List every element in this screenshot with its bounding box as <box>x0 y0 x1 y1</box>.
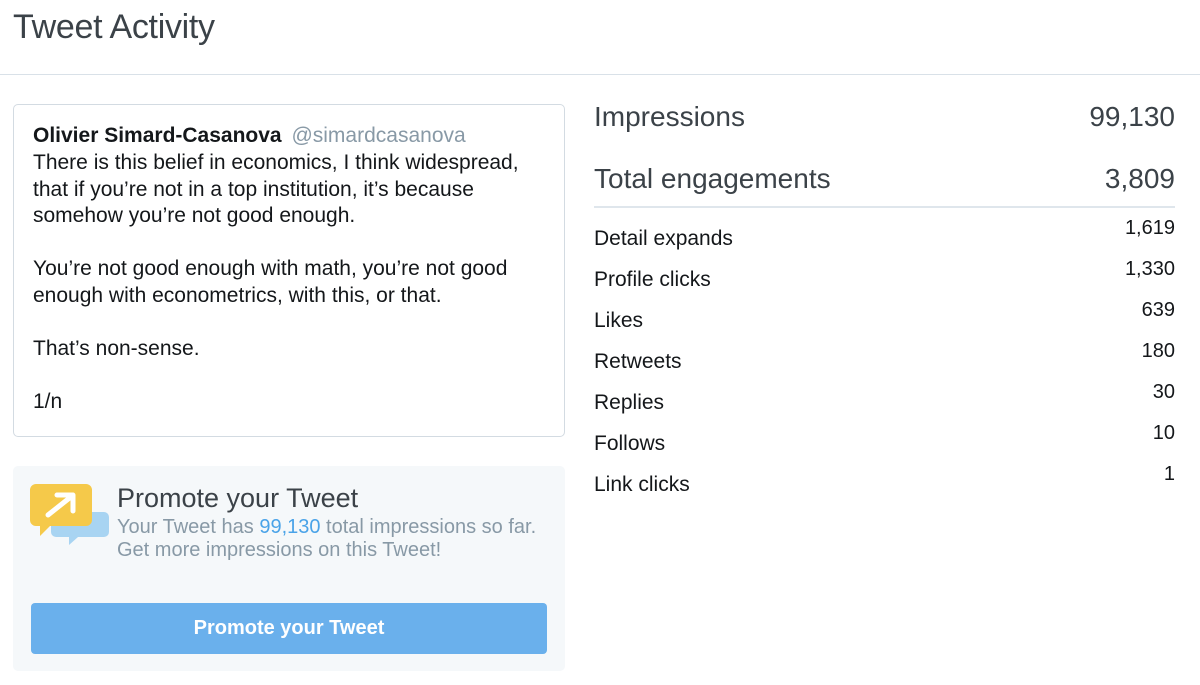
promote-title: Promote your Tweet <box>117 483 359 513</box>
metric-label: Link clicks <box>594 473 690 496</box>
impressions-label: Impressions <box>594 101 745 132</box>
tweet-paragraph: 1/n <box>33 389 63 413</box>
promote-panel: Promote your Tweet Your Tweet has 99,130… <box>13 466 565 671</box>
author-handle[interactable]: @simardcasanova <box>291 124 465 147</box>
metric-label: Follows <box>594 432 666 455</box>
engagements-row: Total engagements 3,809 <box>594 159 1175 199</box>
metric-label: Likes <box>594 309 644 332</box>
metric-label: Profile clicks <box>594 268 711 291</box>
promote-chat-bubble-arrow-icon <box>30 484 109 545</box>
tweet-card[interactable]: Olivier Simard-Casanova @simardcasanova … <box>13 104 565 437</box>
tweet-paragraph: You’re not good enough with math, you’re… <box>33 257 508 307</box>
metric-label: Replies <box>594 391 665 414</box>
tweet-author: Olivier Simard-Casanova @simardcasanova <box>33 122 545 150</box>
metric-row-detail-expands: Detail expands 1,619 <box>594 217 1175 257</box>
metric-value: 180 <box>1141 340 1175 362</box>
metric-value: 1 <box>1163 463 1175 485</box>
metric-row-likes: Likes 639 <box>594 299 1175 339</box>
promote-tweet-button[interactable]: Promote your Tweet <box>31 603 547 654</box>
metric-row-follows: Follows 10 <box>594 422 1175 462</box>
metric-value: 1,619 <box>1124 217 1175 239</box>
promote-text-before: Your Tweet has <box>117 516 260 538</box>
page-title: Tweet Activity <box>13 8 215 46</box>
metric-row-link-clicks: Link clicks 1 <box>594 463 1175 503</box>
engagements-label: Total engagements <box>594 163 831 194</box>
metric-value: 10 <box>1152 422 1175 444</box>
tweet-text: There is this belief in economics, I thi… <box>33 150 545 415</box>
metric-row-retweets: Retweets 180 <box>594 340 1175 380</box>
tweet-paragraph: There is this belief in economics, I thi… <box>33 151 519 227</box>
metric-value: 30 <box>1152 381 1175 403</box>
promote-impressions-count: 99,130 <box>259 516 321 538</box>
metric-label: Detail expands <box>594 227 733 250</box>
engagements-value: 3,809 <box>1104 163 1175 194</box>
author-name[interactable]: Olivier Simard-Casanova <box>33 124 282 147</box>
promote-cta-text: Get more impressions on this Tweet! <box>117 539 442 561</box>
metric-value: 639 <box>1141 299 1175 321</box>
page-header: Tweet Activity <box>0 0 1200 75</box>
promote-description: Your Tweet has 99,130 total impressions … <box>117 516 537 562</box>
impressions-row: Impressions 99,130 <box>594 97 1175 137</box>
metrics-divider <box>594 206 1175 208</box>
metric-label: Retweets <box>594 350 682 373</box>
metric-row-replies: Replies 30 <box>594 381 1175 421</box>
tweet-paragraph: That’s non-sense. <box>33 336 200 360</box>
metric-value: 1,330 <box>1124 258 1175 280</box>
metric-row-profile-clicks: Profile clicks 1,330 <box>594 258 1175 298</box>
impressions-value: 99,130 <box>1089 101 1175 132</box>
promote-text-after: total impressions so far. <box>320 516 537 538</box>
